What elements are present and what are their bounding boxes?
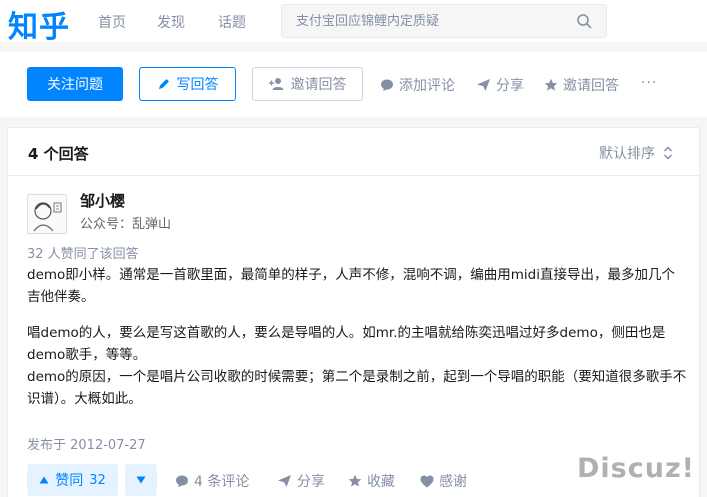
search-box [281, 4, 607, 38]
invite-answer-label: 邀请回答 [290, 77, 347, 93]
nav-topics[interactable]: 话题 [218, 12, 246, 32]
invite-answer-button[interactable]: 邀请回答 [252, 67, 363, 101]
write-answer-label: 写回答 [176, 77, 219, 93]
triangle-up-icon [39, 476, 49, 484]
star-icon [348, 474, 362, 487]
answer-content: demo即小样。通常是一首歌里面，最简单的样子，人声不修，混响不调，编曲用mid… [27, 264, 687, 410]
answer-paragraph: demo的原因，一个是唱片公司收歌的时候需要；第二个是录制之前，起到一个导唱的职… [27, 369, 687, 407]
share-question-button[interactable]: 分享 [476, 75, 524, 95]
share-answer-label: 分享 [297, 474, 325, 490]
comment-icon [381, 79, 393, 91]
invite-answer-link[interactable]: 邀请回答 [544, 75, 619, 95]
share-answer-button[interactable]: 分享 [277, 471, 325, 491]
nav-home[interactable]: 首页 [98, 12, 126, 32]
add-comment-label: 添加评论 [399, 78, 455, 94]
add-comment-button[interactable]: 添加评论 [380, 75, 455, 95]
search-input[interactable] [296, 5, 566, 37]
answer-paragraph: demo即小样。通常是一首歌里面，最简单的样子，人声不修，混响不调，编曲用mid… [27, 267, 676, 305]
answer-list-card: 4 个回答 默认排序 邹小樱 公众号：乱弹山 32 人赞同了该回答 demo即小… [7, 127, 700, 497]
zhihu-logo[interactable]: 知乎 [8, 2, 70, 46]
comments-button[interactable]: 4 条评论 [175, 471, 249, 491]
answer-count: 4 个回答 [28, 145, 89, 163]
sort-dropdown[interactable]: 默认排序 [599, 143, 673, 163]
sort-label: 默认排序 [599, 146, 655, 162]
invite-answer-link-label: 邀请回答 [563, 78, 619, 94]
share-icon [477, 79, 490, 91]
write-answer-button[interactable]: 写回答 [139, 67, 236, 101]
downvote-button[interactable] [125, 464, 157, 496]
discuz-watermark: Discuz! [577, 453, 695, 484]
share-label: 分享 [496, 78, 524, 94]
answer-paragraph: 唱demo的人，要么是写这首歌的人，要么是导唱的人。如mr.的主唱就给陈奕迅唱过… [27, 325, 666, 363]
question-action-bar: 关注问题 写回答 邀请回答 添加评论 分享 邀请回答 ··· [0, 52, 707, 117]
upvote-count: 32 [89, 472, 106, 488]
triangle-down-icon [136, 476, 146, 484]
search-icon[interactable] [576, 13, 592, 29]
author-bio: 公众号：乱弹山 [80, 217, 172, 232]
avatar-sketch-icon [33, 202, 62, 232]
author-avatar[interactable] [27, 194, 67, 234]
heart-icon [420, 475, 434, 487]
add-user-icon [268, 78, 283, 90]
collect-button[interactable]: 收藏 [348, 471, 395, 491]
more-options-button[interactable]: ··· [641, 75, 657, 91]
pencil-icon [158, 79, 169, 89]
comment-icon [176, 475, 188, 487]
star-icon [544, 78, 558, 91]
share-icon [278, 475, 291, 487]
top-navbar: 知乎 首页 发现 话题 [0, 0, 707, 45]
follow-question-button[interactable]: 关注问题 [27, 67, 123, 101]
upvote-label: 赞同 [55, 473, 84, 489]
collect-label: 收藏 [367, 474, 395, 490]
author-name[interactable]: 邹小樱 [80, 190, 125, 211]
answer-list-header: 4 个回答 默认排序 [8, 128, 699, 176]
publish-date[interactable]: 发布于 2012-07-27 [27, 434, 146, 453]
upvote-button[interactable]: 赞同 32 [27, 464, 118, 496]
vote-summary[interactable]: 32 人赞同了该回答 [27, 243, 139, 262]
thanks-label: 感谢 [439, 474, 467, 490]
thanks-button[interactable]: 感谢 [420, 471, 467, 491]
sort-toggle-icon [663, 146, 673, 160]
comments-label: 4 条评论 [194, 474, 250, 490]
nav-discover[interactable]: 发现 [157, 12, 185, 32]
